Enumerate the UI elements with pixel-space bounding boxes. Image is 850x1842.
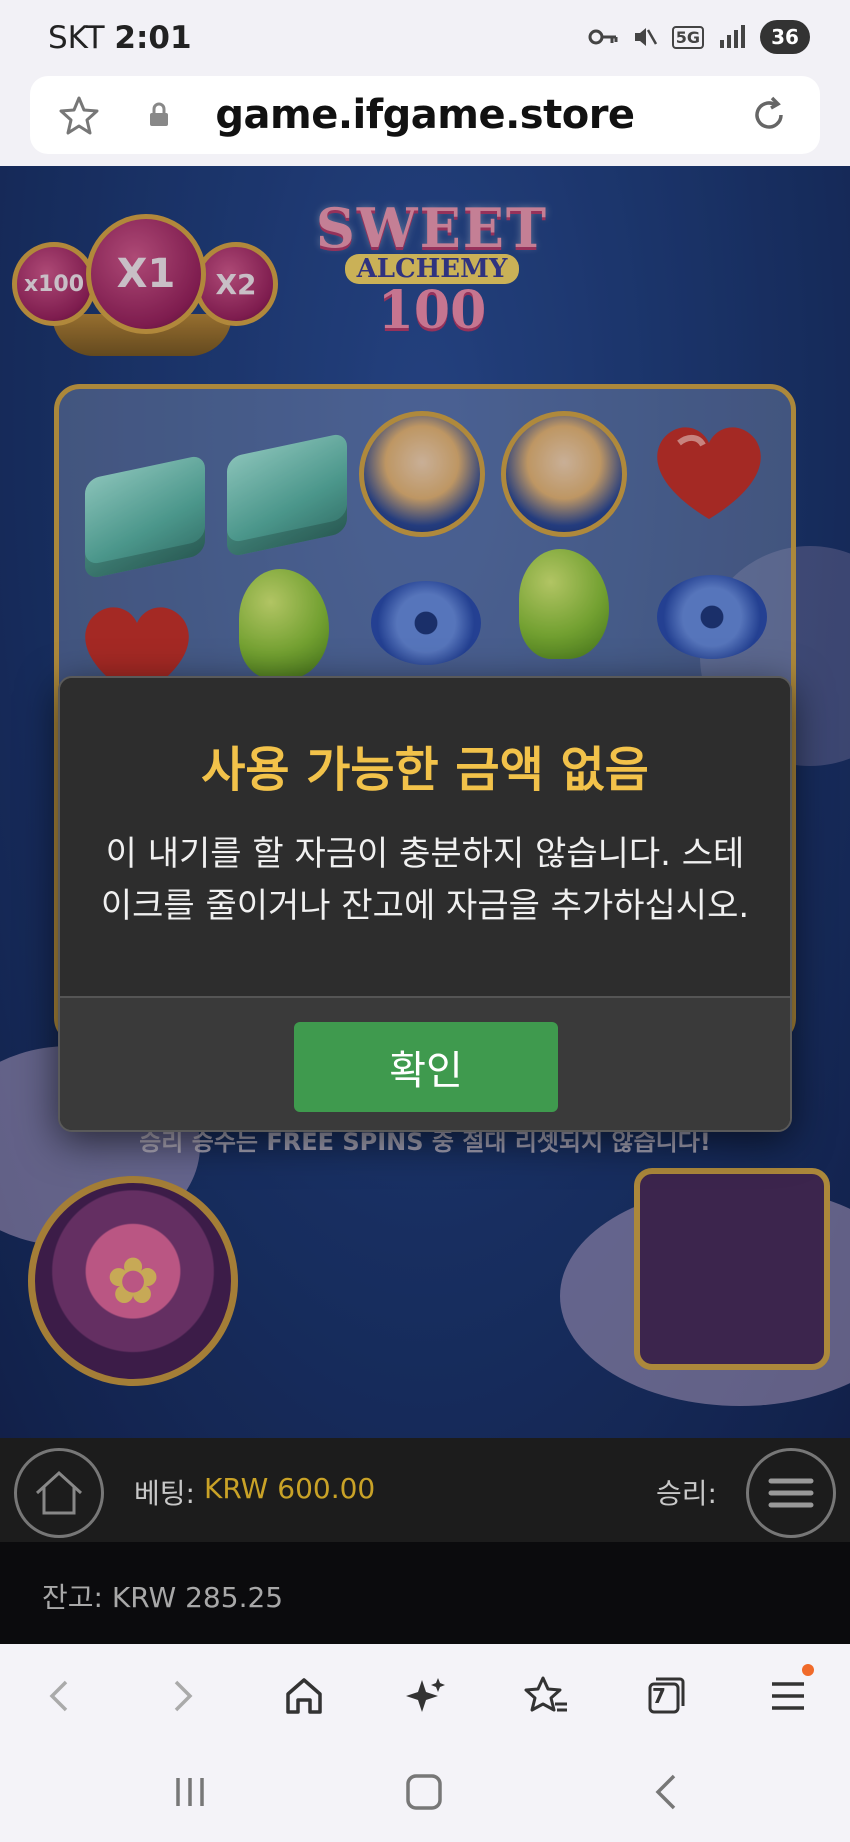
- win-label: 승리:: [656, 1477, 717, 1510]
- signal-icon: [720, 25, 745, 48]
- dialog-message-line-2: 이크를 줄이거나 잔고에 자금을 추가하십시오.: [100, 886, 750, 926]
- bookmarks-button[interactable]: [518, 1668, 574, 1724]
- vpn-key-icon: [588, 29, 618, 45]
- dialog-message-line-1: 이 내기를 할 자금이 충분하지 않습니다. 스테: [105, 834, 745, 874]
- browser-menu-button[interactable]: [760, 1664, 816, 1724]
- balance-text: 잔고: KRW 285.25: [42, 1581, 284, 1614]
- dialog-message: 이 내기를 할 자금이 충분하지 않습니다. 스테 이크를 줄이거나 잔고에 자…: [90, 828, 760, 932]
- home-button[interactable]: [276, 1668, 332, 1724]
- dialog-title: 사용 가능한 금액 없음: [201, 742, 649, 798]
- ok-button[interactable]: 확인: [294, 1022, 558, 1112]
- home-square-icon[interactable]: [404, 1772, 444, 1812]
- mute-icon: [634, 28, 657, 46]
- address-bar[interactable]: game.ifgame.store: [30, 76, 820, 154]
- star-list-icon: [524, 1676, 567, 1712]
- dialog-footer: 확인: [60, 996, 790, 1130]
- forward-button[interactable]: [154, 1668, 210, 1724]
- status-icons: 5G 36: [588, 20, 810, 54]
- back-icon[interactable]: [646, 1772, 686, 1812]
- insufficient-funds-dialog: 사용 가능한 금액 없음 이 내기를 할 자금이 충분하지 않습니다. 스테 이…: [58, 676, 792, 1132]
- home-icon: [35, 1470, 83, 1515]
- balance-bar: 잔고: KRW 285.25: [0, 1542, 850, 1644]
- carrier-label: SKT: [48, 20, 105, 56]
- dialog-body: 사용 가능한 금액 없음 이 내기를 할 자금이 충분하지 않습니다. 스테 이…: [60, 678, 790, 996]
- game-home-button[interactable]: [14, 1448, 104, 1538]
- tabs-icon: [648, 1677, 685, 1714]
- notification-dot: [802, 1664, 814, 1676]
- battery-icon: 36: [760, 20, 810, 54]
- bet-label: 베팅:: [134, 1477, 195, 1510]
- chevron-left-icon: [49, 1680, 68, 1712]
- clock: 2:01: [114, 20, 192, 56]
- recent-apps-icon[interactable]: [170, 1772, 210, 1812]
- status-bar: SKT 2:01 5G 36: [0, 0, 850, 76]
- url-text[interactable]: game.ifgame.store: [30, 92, 820, 138]
- bet-value[interactable]: KRW 600.00: [204, 1472, 375, 1505]
- system-navigation-bar: [0, 1744, 850, 1842]
- ai-sparkle-button[interactable]: [398, 1668, 454, 1724]
- tabs-count: 7: [652, 1684, 666, 1708]
- tabs-button[interactable]: 7: [638, 1668, 694, 1724]
- status-carrier-time: SKT 2:01: [48, 20, 192, 56]
- sparkle-icon: [406, 1678, 445, 1712]
- game-menu-button[interactable]: [746, 1448, 836, 1538]
- reload-icon[interactable]: [748, 94, 790, 136]
- game-hud: 베팅: KRW 600.00 승리:: [0, 1438, 850, 1542]
- hamburger-icon: [772, 1682, 804, 1710]
- hamburger-icon: [768, 1478, 814, 1508]
- chevron-right-icon: [174, 1680, 193, 1712]
- home-icon: [286, 1678, 322, 1714]
- network-5g-icon: 5G: [671, 25, 704, 49]
- back-button[interactable]: [32, 1668, 88, 1724]
- browser-toolbar: 7: [0, 1644, 850, 1744]
